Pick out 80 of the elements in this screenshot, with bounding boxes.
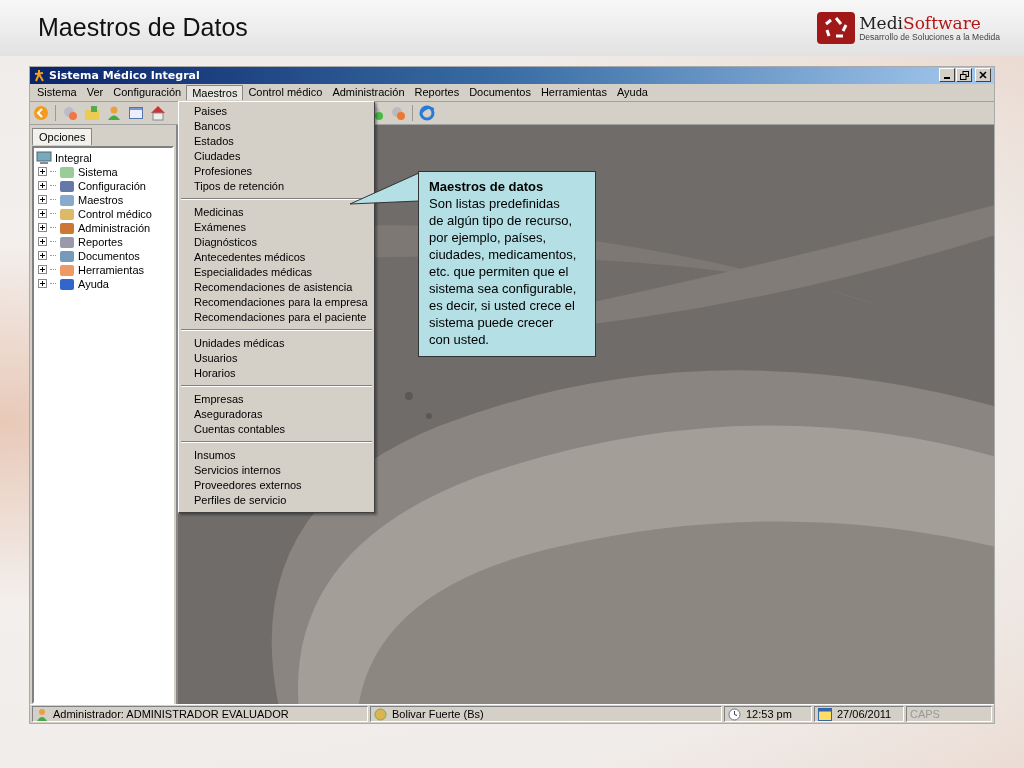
running-figure-icon: [33, 68, 45, 82]
menu-entry[interactable]: Servicios internos: [179, 462, 374, 478]
callout-title: Maestros de datos: [429, 177, 545, 195]
tree-toggle-icon[interactable]: [38, 265, 47, 275]
tree-item[interactable]: Maestros: [78, 193, 124, 206]
menu-entry[interactable]: Profesiones: [179, 163, 374, 179]
menu-entry[interactable]: Usuarios: [179, 350, 374, 366]
menu-entry[interactable]: Recomendaciones para el paciente: [179, 309, 374, 325]
menu-item[interactable]: Sistema: [32, 85, 82, 100]
logo-tagline: Desarrollo de Soluciones a la Medida: [859, 31, 1000, 42]
tree-toggle-icon[interactable]: [38, 209, 47, 219]
menu-entry[interactable]: Recomendaciones para la empresa: [179, 294, 374, 310]
menu-entry[interactable]: Antecedentes médicos: [179, 249, 374, 265]
menu-item[interactable]: Herramientas: [535, 85, 612, 100]
menu-entry[interactable]: Proveedores externos: [179, 477, 374, 493]
user-icon: [36, 707, 48, 721]
status-text: CAPS: [910, 708, 940, 720]
browser-icon[interactable]: [419, 104, 435, 121]
status-text: Administrador: ADMINISTRADOR EVALUADOR: [53, 708, 289, 720]
calendar-icon: [818, 707, 832, 721]
menu-entry[interactable]: Empresas: [179, 391, 374, 407]
status-text: Bolivar Fuerte (Bs): [392, 708, 484, 720]
restore-icon: [959, 70, 969, 80]
tree-item[interactable]: Administración: [78, 221, 151, 234]
options-tab[interactable]: Opciones: [32, 127, 93, 145]
tree-item[interactable]: Documentos: [78, 249, 140, 262]
status-text: 27/06/2011: [837, 708, 892, 720]
close-button[interactable]: [975, 68, 991, 83]
tree-toggle-icon[interactable]: [38, 237, 47, 247]
menu-entry[interactable]: Ciudades: [179, 148, 374, 164]
tree-toggle-icon[interactable]: [38, 251, 47, 261]
slide-title: Maestros de Datos: [38, 13, 248, 43]
menu-entry[interactable]: Bancos: [179, 118, 374, 134]
logo-wordmark: MediSoftware: [859, 13, 982, 32]
tree-item[interactable]: Herramientas: [78, 263, 145, 276]
callout-text: Son listas predefinidas de algún tipo de recurso, por ejemplo, países, ciudades, medicamentos, etc. que permiten que el sistema sea configurable, es decir, si usted crece el sistema puede crecer con usted.: [429, 194, 577, 348]
menu-entry[interactable]: Recomendaciones de asistencia: [179, 279, 374, 295]
menu-entry[interactable]: Paises: [179, 103, 374, 119]
tree-item[interactable]: Reportes: [78, 235, 123, 248]
menu-entry[interactable]: Diagnósticos: [179, 234, 374, 250]
tree-toggle-icon[interactable]: [38, 223, 47, 233]
menu-entry[interactable]: Cuentas contables: [179, 421, 374, 437]
menu-entry[interactable]: Perfiles de servicio: [179, 492, 374, 508]
menu-item[interactable]: Control médico: [243, 85, 328, 100]
menu-entry[interactable]: Especialidades médicas: [179, 264, 374, 280]
computer-icon: [36, 150, 52, 165]
menu-entry[interactable]: Unidades médicas: [179, 335, 374, 351]
tree-toggle-icon[interactable]: [38, 167, 47, 177]
menu-entry[interactable]: Medicinas: [179, 204, 374, 220]
status-text: 12:53 pm: [746, 708, 792, 720]
window-title: Sistema Médico Integral: [49, 68, 200, 82]
tree-toggle-icon[interactable]: [38, 181, 47, 191]
menu-entry[interactable]: Aseguradoras: [179, 406, 374, 422]
menu-item[interactable]: Ver: [81, 85, 109, 100]
tree-item[interactable]: Sistema: [78, 165, 118, 178]
coin-icon: [374, 707, 387, 721]
close-icon: [979, 71, 987, 80]
menu-item[interactable]: Maestros: [186, 84, 244, 100]
tree-toggle-icon[interactable]: [38, 279, 47, 289]
menu-entry[interactable]: Exámenes: [179, 219, 374, 235]
logo-icon: [817, 11, 856, 44]
menu-item[interactable]: Configuración: [108, 85, 187, 100]
menu-entry[interactable]: Insumos: [179, 447, 374, 463]
window-icon[interactable]: [128, 104, 144, 121]
tree-item[interactable]: Integral: [55, 151, 92, 164]
menu-entry[interactable]: Horarios: [179, 365, 374, 381]
menu-entry[interactable]: Tipos de retención: [179, 178, 374, 194]
home-icon[interactable]: [150, 104, 166, 121]
menu-item[interactable]: Ayuda: [611, 85, 653, 100]
tree-toggle-icon[interactable]: [38, 195, 47, 205]
tree-item[interactable]: Ayuda: [78, 277, 109, 290]
tree-item[interactable]: Control médico: [78, 207, 152, 220]
restore-button[interactable]: [956, 68, 972, 83]
clock-icon: [728, 707, 741, 721]
menu-item[interactable]: Reportes: [409, 85, 465, 100]
menu-entry[interactable]: Estados: [179, 133, 374, 149]
menu-item[interactable]: Documentos: [464, 85, 536, 100]
tree-item[interactable]: Configuración: [78, 179, 146, 192]
menu-item[interactable]: Administración: [327, 85, 410, 100]
minimize-button[interactable]: [939, 68, 955, 83]
